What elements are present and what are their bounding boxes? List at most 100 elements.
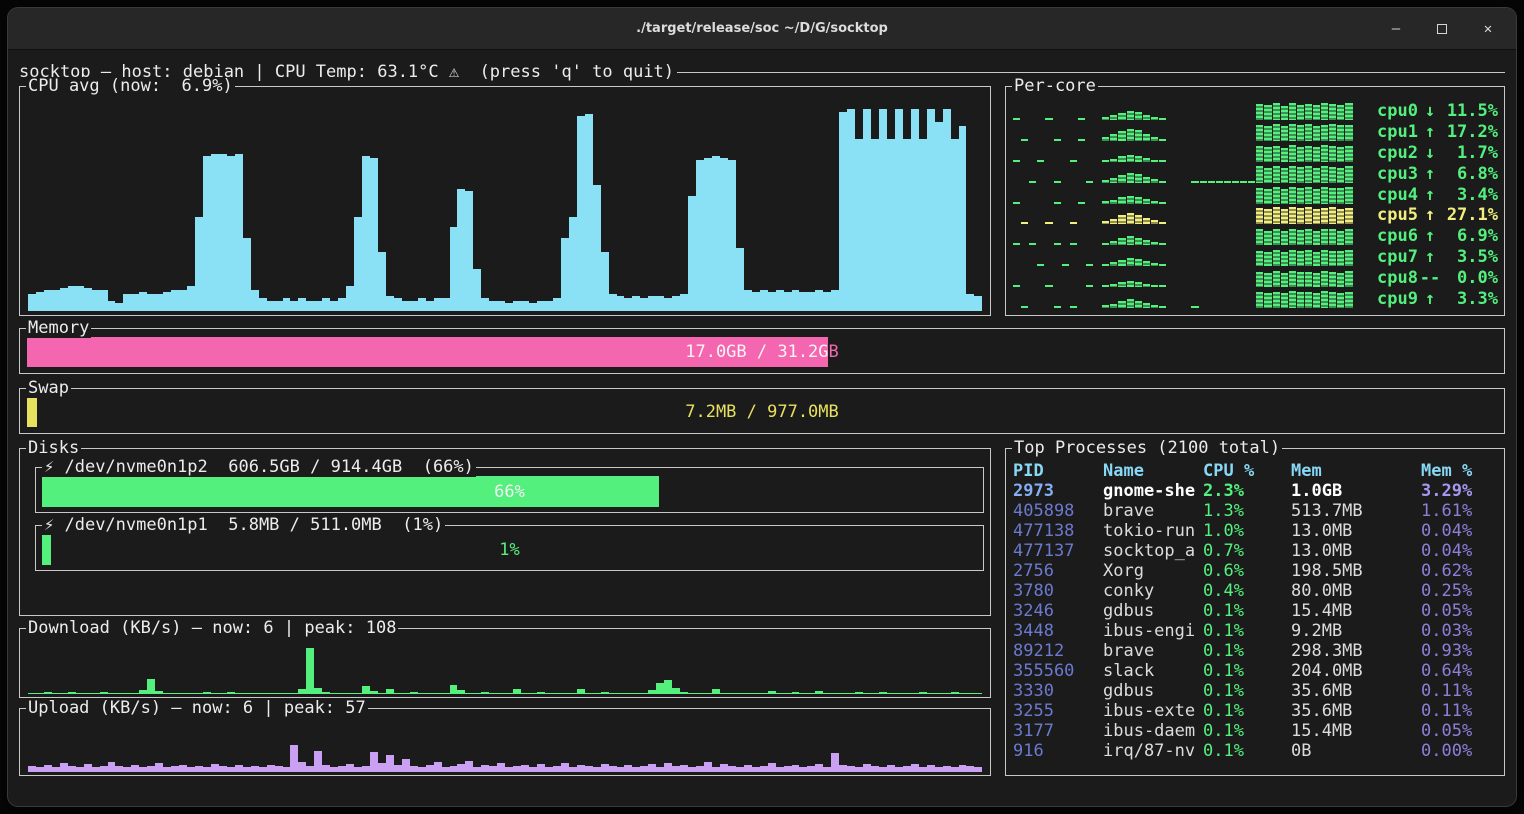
process-column-header: CPU % — [1203, 461, 1291, 481]
process-cell: 15.4MB — [1291, 601, 1421, 621]
bottom-row: Disks ⚡ /dev/nvme0n1p2 606.5GB / 914.4GB… — [19, 448, 1505, 776]
process-row[interactable]: 2973gnome-she2.3%1.0GB3.29% — [1013, 481, 1498, 501]
process-cell: 0.6% — [1203, 561, 1291, 581]
window-controls: – ✕ — [1388, 8, 1496, 49]
process-cell: 0.62% — [1421, 561, 1498, 581]
disk-item-nvme0n1p1: ⚡ /dev/nvme0n1p1 5.8MB / 511.0MB (1%) 1%… — [35, 525, 984, 571]
process-cell: 15.4MB — [1291, 721, 1421, 741]
process-cell: 0.04% — [1421, 521, 1498, 541]
process-table-body: 2973gnome-she2.3%1.0GB3.29%405898brave1.… — [1013, 481, 1498, 761]
process-row[interactable]: 405898brave1.3%513.7MB1.61% — [1013, 501, 1498, 521]
process-cell: irq/87-nv — [1103, 741, 1203, 761]
upload-chart — [28, 723, 983, 772]
process-cell: 477138 — [1013, 521, 1103, 541]
core-spark-cpu0 — [1013, 102, 1369, 120]
core-trend-icon: ↑ — [1418, 122, 1442, 142]
cpu-avg-title: CPU avg (now: 6.9%) — [26, 77, 235, 96]
process-cell: 0.00% — [1421, 741, 1498, 761]
core-spark-cpu3 — [1013, 165, 1369, 183]
core-spark-cpu6 — [1013, 227, 1369, 245]
process-row[interactable]: 916irq/87-nv0.1%0B0.00% — [1013, 741, 1498, 761]
process-row[interactable]: 3246gdbus0.1%15.4MB0.05% — [1013, 601, 1498, 621]
process-row[interactable]: 3177ibus-daem0.1%15.4MB0.05% — [1013, 721, 1498, 741]
process-cell: 3255 — [1013, 701, 1103, 721]
top-row: CPU avg (now: 6.9%) Per-core cpu0↓11.5%c… — [19, 86, 1505, 316]
disk-item-label: /dev/nvme0n1p2 606.5GB / 914.4GB (66%) — [54, 457, 474, 477]
process-row[interactable]: 3330gdbus0.1%35.6MB0.11% — [1013, 681, 1498, 701]
core-row-cpu2: cpu2↓1.7% — [1013, 143, 1498, 163]
close-icon[interactable]: ✕ — [1480, 21, 1496, 37]
process-row[interactable]: 355560slack0.1%204.0MB0.64% — [1013, 661, 1498, 681]
process-row[interactable]: 477138tokio-run1.0%13.0MB0.04% — [1013, 521, 1498, 541]
process-column-header: PID — [1013, 461, 1103, 481]
core-label-cpu4: cpu4↑3.4% — [1377, 185, 1498, 205]
process-column-header: Mem — [1291, 461, 1421, 481]
swap-panel: Swap 7.2MB / 977.0MB 7.2MB / 977.0MB — [19, 388, 1505, 434]
process-row[interactable]: 2756Xorg0.6%198.5MB0.62% — [1013, 561, 1498, 581]
swap-gauge: 7.2MB / 977.0MB 7.2MB / 977.0MB — [27, 397, 1497, 427]
process-cell: 0.4% — [1203, 581, 1291, 601]
download-chart — [28, 643, 983, 694]
process-cell: 89212 — [1013, 641, 1103, 661]
disk-item-nvme0n1p2: ⚡ /dev/nvme0n1p2 606.5GB / 914.4GB (66%)… — [35, 467, 984, 513]
process-cell: 0.7% — [1203, 541, 1291, 561]
core-trend-icon: ↑ — [1418, 226, 1442, 246]
process-cell: 3330 — [1013, 681, 1103, 701]
process-cell: gdbus — [1103, 681, 1203, 701]
process-cell: gdbus — [1103, 601, 1203, 621]
download-panel: Download (KB/s) — now: 6 | peak: 108 — [19, 628, 991, 698]
process-cell: 0.1% — [1203, 721, 1291, 741]
process-cell: 2973 — [1013, 481, 1103, 501]
process-cell: 2756 — [1013, 561, 1103, 581]
process-cell: 0.93% — [1421, 641, 1498, 661]
process-row[interactable]: 3780conky0.4%80.0MB0.25% — [1013, 581, 1498, 601]
process-cell: 0.1% — [1203, 621, 1291, 641]
core-label-cpu5: cpu5↑27.1% — [1377, 205, 1498, 225]
process-cell: 0.1% — [1203, 641, 1291, 661]
process-cell: 0.1% — [1203, 741, 1291, 761]
memory-gauge: 17.0GB / 31.2GB 17.0GB / 31.2GB — [27, 337, 1497, 367]
core-label-cpu0: cpu0↓11.5% — [1377, 101, 1498, 121]
disk-gauge: 1% 1% — [42, 534, 977, 565]
process-cell: 0.1% — [1203, 661, 1291, 681]
process-row[interactable]: 477137socktop_a0.7%13.0MB0.04% — [1013, 541, 1498, 561]
process-cell: 916 — [1013, 741, 1103, 761]
core-trend-icon: ↑ — [1418, 185, 1442, 205]
core-spark-cpu1 — [1013, 123, 1369, 141]
process-row[interactable]: 3255ibus-exte0.1%35.6MB0.11% — [1013, 701, 1498, 721]
process-cell: 2.3% — [1203, 481, 1291, 501]
upload-panel: Upload (KB/s) — now: 6 | peak: 57 — [19, 708, 991, 776]
core-trend-icon: ↑ — [1418, 164, 1442, 184]
per-core-list: cpu0↓11.5%cpu1↑17.2%cpu2↓1.7%cpu3↑6.8%cp… — [1013, 101, 1498, 309]
header-rule — [677, 72, 1505, 73]
core-spark-cpu2 — [1013, 144, 1369, 162]
process-cell: 198.5MB — [1291, 561, 1421, 581]
per-core-panel: Per-core cpu0↓11.5%cpu1↑17.2%cpu2↓1.7%cp… — [1005, 86, 1505, 316]
process-cell: 80.0MB — [1291, 581, 1421, 601]
process-cell: ibus-exte — [1103, 701, 1203, 721]
terminal-window: ./target/release/soc ~/D/G/socktop – ✕ s… — [8, 8, 1516, 806]
process-column-header: Mem % — [1421, 461, 1498, 481]
process-cell: socktop_a — [1103, 541, 1203, 561]
process-cell: Xorg — [1103, 561, 1203, 581]
minimize-icon[interactable]: – — [1388, 21, 1404, 37]
maximize-icon[interactable] — [1434, 21, 1450, 37]
process-cell: 355560 — [1013, 661, 1103, 681]
process-cell: 3448 — [1013, 621, 1103, 641]
upload-title: Upload (KB/s) — now: 6 | peak: 57 — [26, 699, 368, 718]
process-cell: 1.61% — [1421, 501, 1498, 521]
disk-gauge: 66% 66% — [42, 476, 977, 507]
core-row-cpu5: cpu5↑27.1% — [1013, 205, 1498, 225]
core-row-cpu7: cpu7↑3.5% — [1013, 247, 1498, 267]
titlebar[interactable]: ./target/release/soc ~/D/G/socktop – ✕ — [8, 8, 1516, 50]
bottom-left-column: Disks ⚡ /dev/nvme0n1p2 606.5GB / 914.4GB… — [19, 448, 991, 776]
core-trend-icon: ↑ — [1418, 247, 1442, 267]
core-label-cpu8: cpu8--0.0% — [1377, 268, 1498, 288]
core-spark-cpu9 — [1013, 290, 1369, 308]
top-processes-panel: Top Processes (2100 total) PIDNameCPU %M… — [1005, 448, 1505, 776]
swap-gauge-label-overlay: 7.2MB / 977.0MB — [27, 397, 1497, 427]
process-cell: 0.11% — [1421, 701, 1498, 721]
process-row[interactable]: 3448ibus-engi0.1%9.2MB0.03% — [1013, 621, 1498, 641]
process-row[interactable]: 89212brave0.1%298.3MB0.93% — [1013, 641, 1498, 661]
core-spark-cpu8 — [1013, 269, 1369, 287]
